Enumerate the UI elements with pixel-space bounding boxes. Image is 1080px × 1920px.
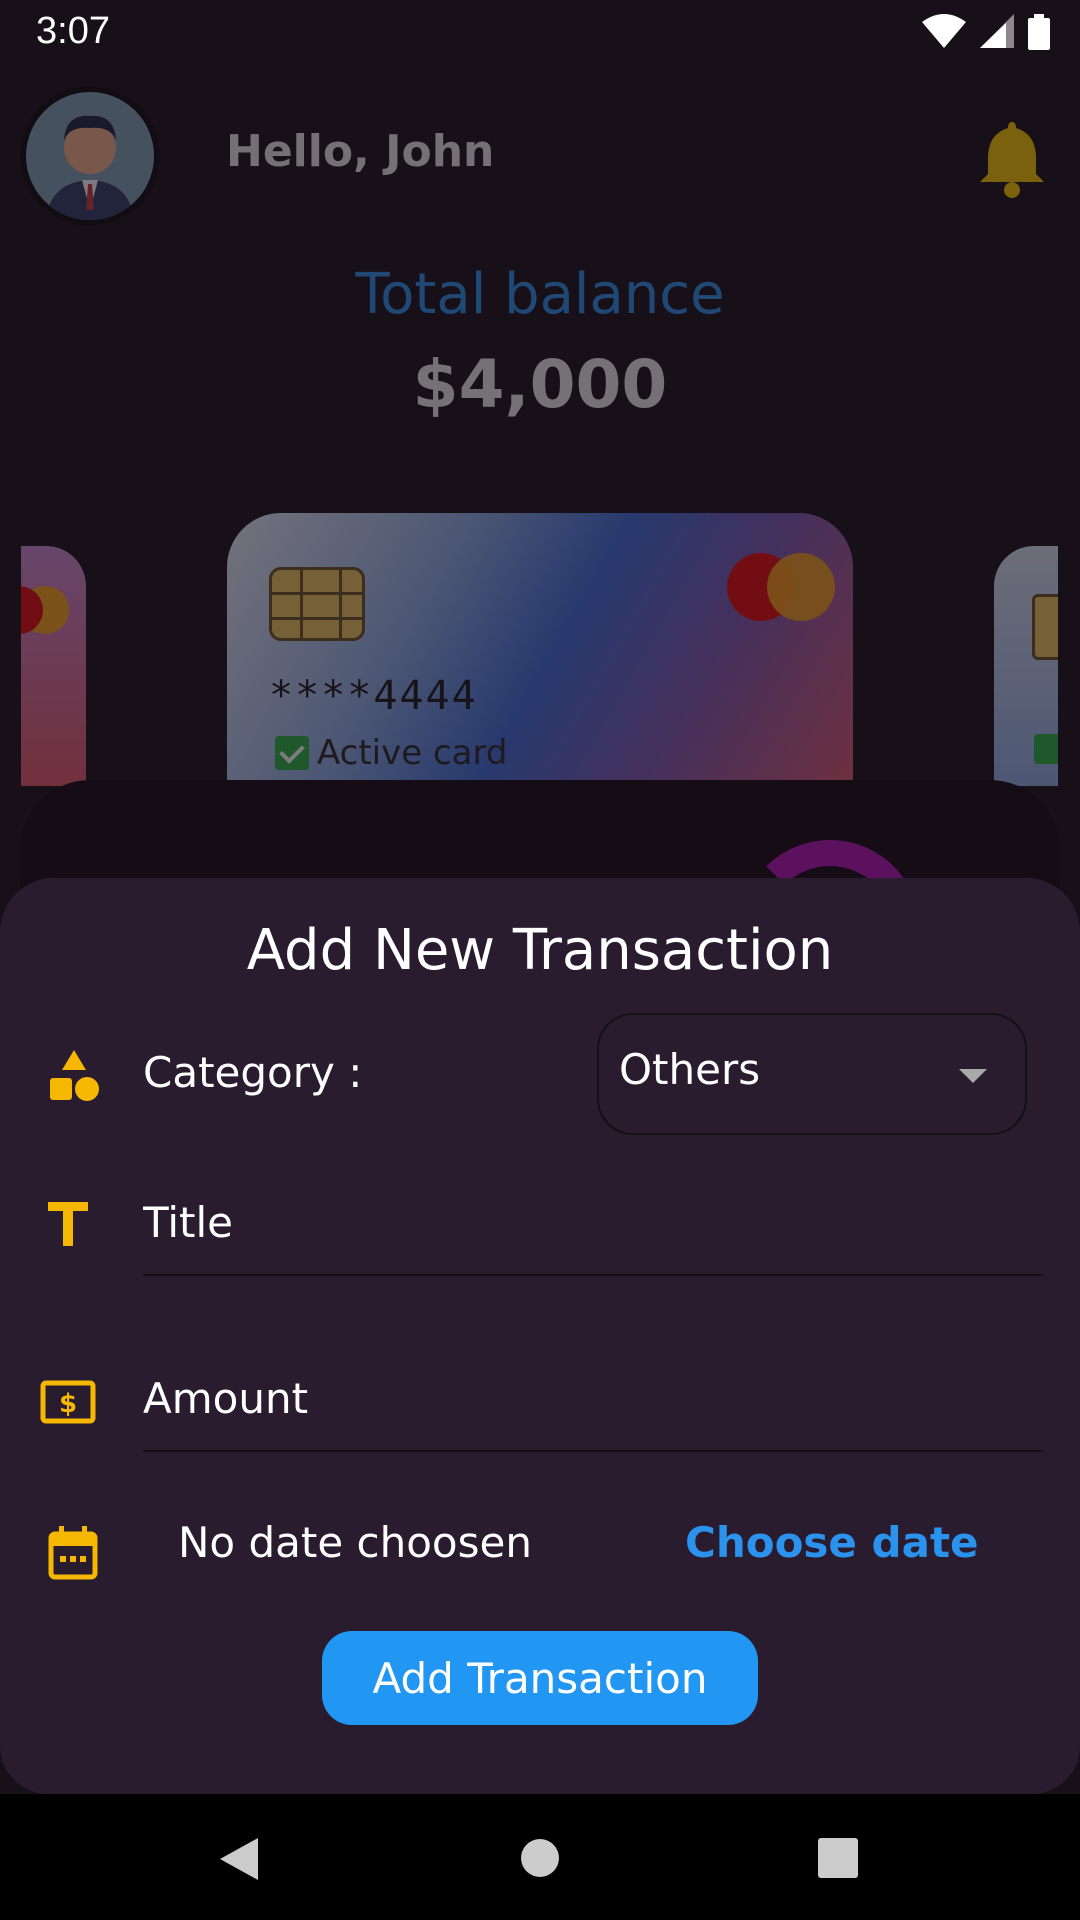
avatar[interactable] (20, 86, 160, 226)
wifi-icon (922, 14, 966, 48)
category-label: Category : (143, 1048, 363, 1097)
calendar-icon (48, 1526, 98, 1580)
status-icons (922, 14, 1050, 50)
amount-input[interactable] (143, 1374, 1043, 1423)
mastercard-logo-icon-overlap (767, 553, 835, 621)
battery-icon (1028, 14, 1050, 50)
amount-dollar-icon: $ (40, 1380, 96, 1424)
greeting: Hello, John (226, 126, 495, 177)
status-bar: 3:07 (0, 0, 1080, 64)
category-dropdown[interactable]: Others (597, 1013, 1027, 1135)
amount-field-wrapper (143, 1374, 1043, 1452)
card-status-label: Active card (317, 733, 508, 773)
svg-text:$: $ (59, 1389, 77, 1419)
card-number: ****4444 (269, 673, 478, 719)
title-t-icon (48, 1202, 88, 1246)
card-chip-icon (269, 567, 365, 641)
dropdown-arrow-icon (959, 1069, 987, 1083)
add-transaction-button[interactable]: Add Transaction (322, 1631, 758, 1725)
category-dropdown-value: Others (619, 1045, 761, 1094)
add-transaction-sheet: Add New Transaction Category : Others $ … (0, 878, 1080, 1794)
recents-icon[interactable] (818, 1838, 858, 1878)
back-icon[interactable] (218, 1836, 260, 1882)
bell-icon[interactable] (978, 118, 1046, 198)
card-left-peek[interactable] (21, 546, 86, 786)
title-input[interactable] (143, 1198, 1043, 1247)
check-icon (275, 736, 309, 770)
category-shapes-icon (50, 1050, 99, 1101)
date-text: No date choosen (178, 1518, 532, 1567)
sheet-title: Add New Transaction (246, 918, 834, 983)
status-time: 3:07 (36, 10, 110, 52)
title-field-wrapper (143, 1198, 1043, 1276)
avatar-person-icon (46, 115, 134, 220)
navigation-bar (0, 1794, 1080, 1920)
card-status: Active card (275, 733, 507, 773)
card-right-peek[interactable] (994, 546, 1058, 786)
home-icon[interactable] (520, 1838, 560, 1878)
balance-value: $4,000 (412, 346, 668, 423)
balance-label: Total balance (355, 262, 725, 327)
choose-date-button[interactable]: Choose date (685, 1518, 979, 1567)
signal-icon (980, 14, 1014, 48)
